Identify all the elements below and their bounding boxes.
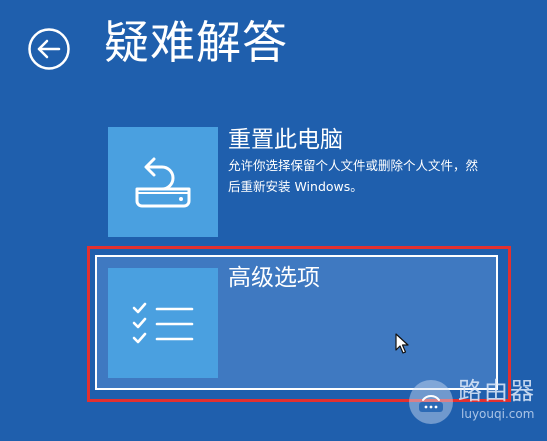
reset-pc-title: 重置此电脑 xyxy=(228,127,343,153)
troubleshoot-screen: 疑难解答 重置此电脑 允许你选择保留个人文件或删除个人文件，然后重新安装 Win… xyxy=(0,0,547,441)
back-button[interactable] xyxy=(27,27,71,71)
reset-pc-description: 允许你选择保留个人文件或删除个人文件，然后重新安装 Windows。 xyxy=(228,158,479,194)
watermark-name: 路由器 xyxy=(458,377,536,405)
page-title: 疑难解答 xyxy=(104,16,289,69)
reset-pc-option[interactable]: 重置此电脑 允许你选择保留个人文件或删除个人文件，然后重新安装 Windows。 xyxy=(108,127,498,237)
watermark-url: luyouqi.com xyxy=(461,407,535,421)
router-logo-icon xyxy=(409,380,453,424)
back-arrow-circle-icon xyxy=(28,28,70,70)
watermark: 路由器 luyouqi.com xyxy=(409,376,544,436)
reset-pc-icon xyxy=(135,157,191,208)
mouse-cursor-icon xyxy=(395,333,409,354)
reset-pc-tile xyxy=(108,127,218,237)
